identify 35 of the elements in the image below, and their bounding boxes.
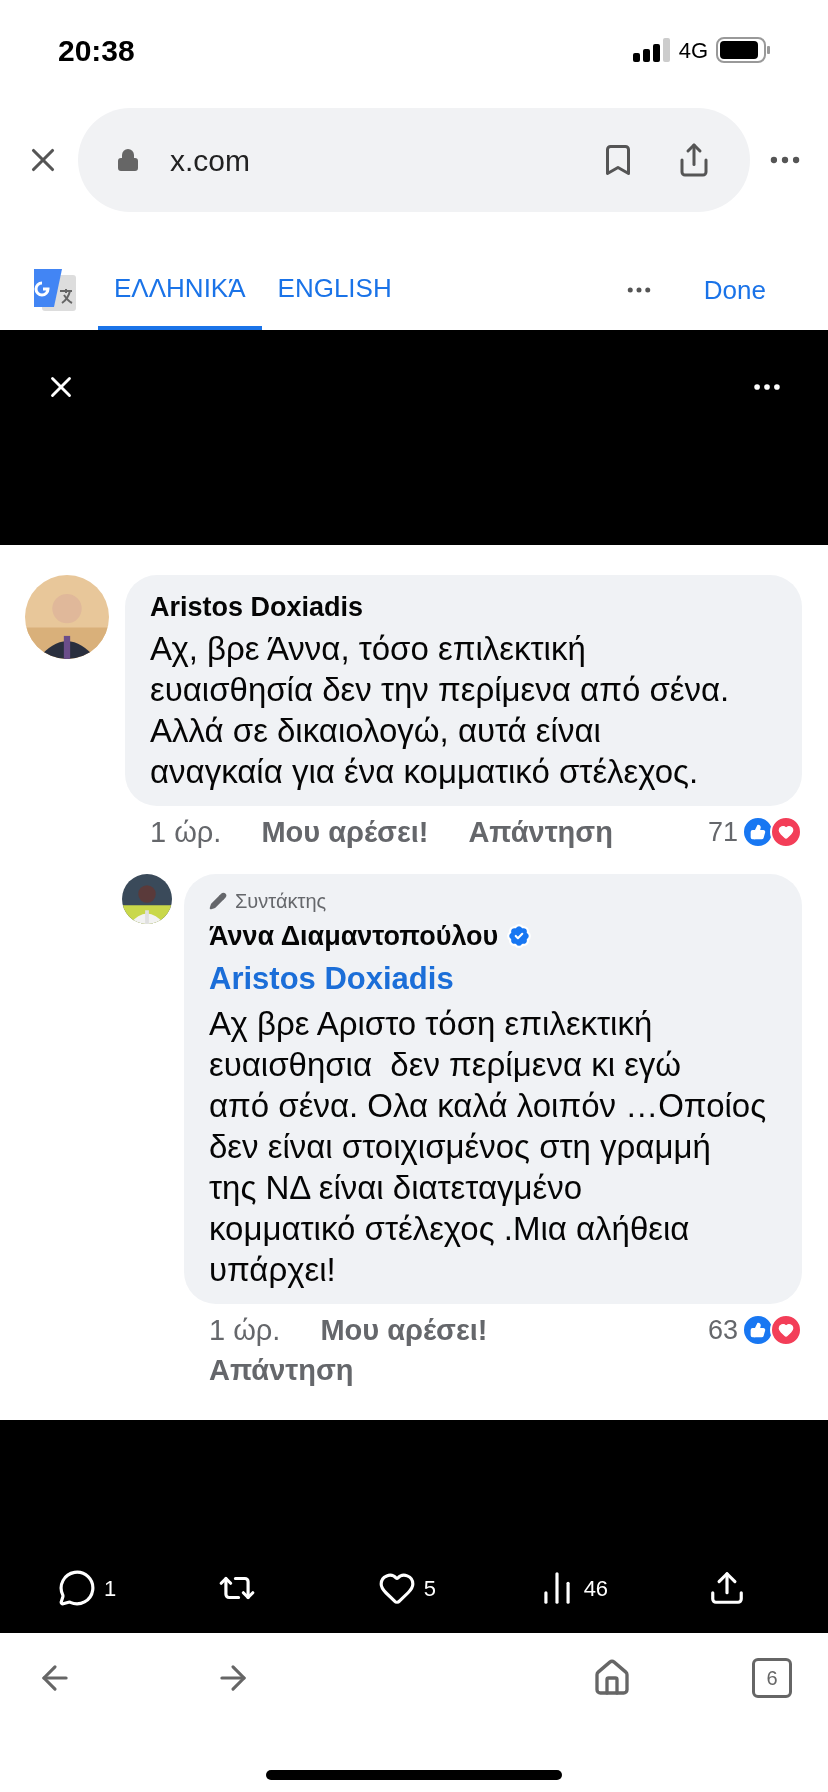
signal-icon <box>632 38 671 62</box>
reaction-count[interactable]: 63 <box>707 1309 738 1350</box>
role-label: Συντάκτης <box>235 888 327 914</box>
mention-link[interactable]: Aristos Doxiadis <box>209 961 454 996</box>
action-count: 46 <box>583 1574 609 1603</box>
reply-action[interactable]: 1 <box>58 1569 118 1607</box>
battery-icon <box>716 37 770 63</box>
translate-icon <box>32 267 78 313</box>
status-time: 20:38 <box>58 32 135 69</box>
home-button[interactable] <box>592 1658 632 1698</box>
like-link[interactable]: Μου αρέσει! <box>261 811 429 852</box>
reply-link[interactable]: Απάντηση <box>468 811 613 852</box>
reply-link[interactable]: Απάντηση <box>209 1349 354 1390</box>
comment-text: Αχ, βρε Άννα, τόσο επιλεκτική ευαισθησία δεν την περίμενα από σένα. Αλλά σε δικαιολογώ, αυτά είναι αναγκαία για ένα κομματικό στέλεχος. <box>150 628 731 792</box>
author-name[interactable]: Aristos Doxiadis <box>150 587 364 628</box>
like-link[interactable]: Μου αρέσει! <box>320 1309 488 1350</box>
pencil-icon <box>209 891 227 910</box>
comment-text: Αχ βρε Αριστο τόση επιλεκτική ευαισθησια δεν περίμενα κι εγώ από σένα. Ολα καλά λοιπόν …Οποίος δεν είναι στοιχισμένος στη γραμμή της ΝΔ είναι διατεταγμένο κομματικό στέλεχος .Μια αλήθεια υπάρχει! <box>209 1003 768 1290</box>
language-tab[interactable]: ENGLISH <box>261 250 408 330</box>
url-bar[interactable]: x.com <box>78 108 750 212</box>
url-text: x.com <box>170 142 250 179</box>
reply-icon[interactable] <box>58 1569 96 1607</box>
action-count: 5 <box>423 1574 436 1603</box>
tabs-button[interactable]: 6 <box>752 1658 792 1698</box>
views-action[interactable]: 46 <box>537 1569 609 1607</box>
share-icon[interactable] <box>708 1569 746 1607</box>
done-button[interactable]: Done <box>703 270 766 310</box>
author-name[interactable]: Άννα Διαμαντοπούλου <box>209 915 499 956</box>
comment-time: 1 ώρ. <box>209 1312 281 1348</box>
action-count: 1 <box>104 1574 117 1603</box>
comment-time: 1 ώρ. <box>150 814 222 850</box>
reaction-count[interactable]: 71 <box>707 811 738 852</box>
like-action[interactable]: 5 <box>377 1569 438 1607</box>
network-label: 4G <box>678 36 708 65</box>
lock-icon <box>116 148 140 172</box>
